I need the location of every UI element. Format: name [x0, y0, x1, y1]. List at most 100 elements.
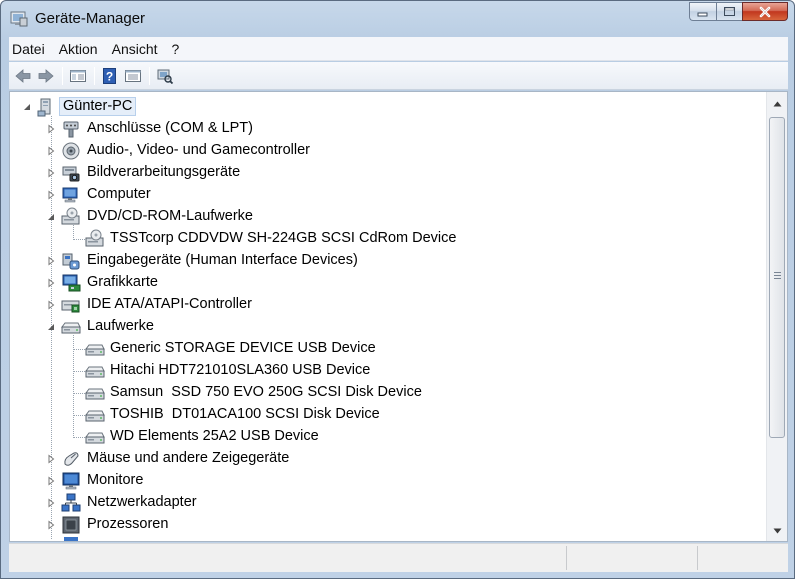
dvd-drive-icon [85, 229, 104, 247]
forward-arrow-icon [38, 68, 54, 83]
menu-bar: Datei Aktion Ansicht ? [9, 37, 788, 61]
help-button[interactable]: ? [99, 65, 121, 87]
category-label: Prozessoren [87, 516, 169, 532]
tree-category-ports[interactable]: Anschlüsse (COM & LPT) [10, 118, 510, 140]
tree-device-disk[interactable]: Hitachi HDT721010SLA360 USB Device [10, 360, 530, 382]
scan-hardware-icon [157, 69, 174, 84]
computer-icon [62, 187, 78, 203]
monitor-icon [62, 472, 80, 490]
category-label: Laufwerke [87, 318, 154, 334]
disk-drive-icon [85, 432, 105, 444]
title-bar[interactable]: Geräte-Manager [1, 1, 794, 35]
expand-arrow-icon[interactable] [46, 498, 56, 508]
arrow-up-icon [773, 101, 781, 106]
expand-arrow-icon[interactable] [46, 168, 56, 178]
category-label: Monitore [87, 472, 144, 488]
expand-arrow-icon[interactable] [46, 300, 56, 310]
category-label: DVD/CD-ROM-Laufwerke [87, 208, 253, 224]
tree-category-mice[interactable]: Mäuse und andere Zeigegeräte [10, 448, 510, 470]
tree-category-audio[interactable]: Audio-, Video- und Gamecontroller [10, 140, 510, 162]
processor-icon [62, 516, 80, 534]
root-computer-name: Günter-PC [59, 97, 137, 116]
tree-device-dvd[interactable]: TSSTcorp CDDVDW SH-224GB SCSI CdRom Devi… [10, 228, 530, 250]
device-tree-view[interactable]: Günter-PC Anschlüsse (COM & LPT) Audio-,… [9, 91, 788, 542]
tree-category-computer[interactable]: Computer [10, 184, 510, 206]
partial-device-icon [64, 537, 78, 541]
properties-button[interactable] [122, 65, 144, 87]
scroll-grip [774, 275, 781, 276]
device-tree: Günter-PC Anschlüsse (COM & LPT) Audio-,… [10, 92, 766, 541]
collapse-arrow-icon[interactable] [46, 212, 56, 222]
status-pane [566, 546, 697, 570]
tree-category-network[interactable]: Netzwerkadapter [10, 492, 510, 514]
expand-arrow-icon[interactable] [46, 190, 56, 200]
category-label: Bildverarbeitungsgeräte [87, 164, 241, 180]
maximize-button[interactable] [716, 2, 742, 21]
tree-category-processors[interactable]: Prozessoren [10, 514, 510, 536]
scroll-thumb[interactable] [769, 117, 785, 438]
device-manager-icon [10, 11, 28, 27]
tree-category-dvd[interactable]: DVD/CD-ROM-Laufwerke [10, 206, 510, 228]
minimize-button[interactable] [689, 2, 716, 21]
tree-category-monitors[interactable]: Monitore [10, 470, 510, 492]
collapse-arrow-icon[interactable] [46, 322, 56, 332]
tree-category-imaging[interactable]: Bildverarbeitungsgeräte [10, 162, 510, 184]
tree-device-disk[interactable]: Generic STORAGE DEVICE USB Device [10, 338, 530, 360]
tree-device-disk[interactable]: Samsun SSD 750 EVO 250G SCSI Disk Device [10, 382, 530, 404]
back-button[interactable] [12, 65, 34, 87]
category-label: IDE ATA/ATAPI-Controller [87, 296, 252, 312]
scroll-up-button[interactable] [767, 95, 787, 112]
status-bar [9, 543, 788, 572]
disk-drive-icon [85, 366, 105, 378]
forward-button[interactable] [35, 65, 57, 87]
tree-device-disk[interactable]: WD Elements 25A2 USB Device [10, 426, 530, 448]
category-label: Anschlüsse (COM & LPT) [87, 120, 253, 136]
show-hide-console-tree-icon [70, 69, 86, 82]
expand-arrow-icon[interactable] [46, 476, 56, 486]
close-button[interactable] [742, 2, 788, 21]
scan-hardware-button[interactable] [154, 65, 176, 87]
expand-arrow-icon[interactable] [46, 146, 56, 156]
category-label: Computer [87, 186, 151, 202]
scroll-grip [774, 278, 781, 279]
category-label: Mäuse und andere Zeigegeräte [87, 450, 290, 466]
expand-arrow-icon[interactable] [46, 454, 56, 464]
ide-controller-icon [61, 300, 80, 313]
menu-ansicht[interactable]: Ansicht [105, 41, 165, 57]
device-manager-window: Geräte-Manager Datei Aktion Ansicht ? ? … [0, 0, 795, 579]
scroll-down-button[interactable] [767, 522, 787, 539]
category-label: Eingabegeräte (Human Interface Devices) [87, 252, 358, 268]
tree-device-disk[interactable]: TOSHIB DT01ACA100 SCSI Disk Device [10, 404, 530, 426]
disk-drive-icon [85, 388, 105, 400]
hid-icon [62, 253, 80, 270]
tree-root-row[interactable]: Günter-PC [10, 96, 410, 118]
menu-help[interactable]: ? [165, 41, 187, 57]
minimize-icon [697, 12, 708, 16]
arrow-down-icon [773, 528, 781, 533]
menu-datei[interactable]: Datei [9, 41, 52, 57]
tree-category-display[interactable]: Grafikkarte [10, 272, 510, 294]
tree-category-hid[interactable]: Eingabegeräte (Human Interface Devices) [10, 250, 530, 272]
maximize-icon [724, 7, 735, 16]
computer-root-icon [37, 98, 51, 117]
expand-arrow-icon[interactable] [46, 520, 56, 530]
toolbar: ? [9, 62, 788, 90]
disk-drive-icon [85, 410, 105, 422]
tree-category-drives[interactable]: Laufwerke [10, 316, 510, 338]
collapse-arrow-icon[interactable] [22, 102, 32, 112]
toolbar-separator [62, 66, 63, 85]
show-hide-console-tree-button[interactable] [67, 65, 89, 87]
tree-category-ide[interactable]: IDE ATA/ATAPI-Controller [10, 294, 510, 316]
device-label: TOSHIB DT01ACA100 SCSI Disk Device [110, 406, 380, 422]
device-label: WD Elements 25A2 USB Device [110, 428, 319, 444]
menu-aktion[interactable]: Aktion [52, 41, 105, 57]
expand-arrow-icon[interactable] [46, 256, 56, 266]
port-icon [63, 121, 79, 138]
back-arrow-icon [15, 68, 31, 83]
category-label: Grafikkarte [87, 274, 158, 290]
expand-arrow-icon[interactable] [46, 278, 56, 288]
vertical-scrollbar[interactable] [766, 92, 787, 541]
audio-icon [62, 142, 80, 160]
svg-text:?: ? [106, 69, 113, 83]
expand-arrow-icon[interactable] [46, 124, 56, 134]
